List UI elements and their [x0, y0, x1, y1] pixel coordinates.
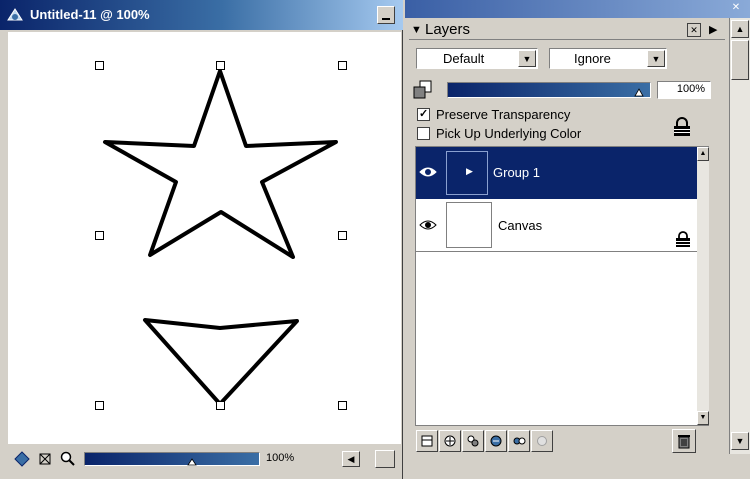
layer-color-icon[interactable]: [413, 80, 433, 100]
disabled-tool-icon: [531, 430, 553, 452]
expand-arrow-icon[interactable]: ▶: [466, 166, 473, 177]
lock-icon[interactable]: [674, 230, 692, 248]
blend-mode-select[interactable]: Default ▼: [416, 48, 538, 69]
layers-scrollbar[interactable]: ▲ ▼: [697, 147, 709, 425]
eye-icon[interactable]: [419, 218, 437, 232]
star-shape: [103, 69, 338, 259]
app-icon: [6, 6, 24, 24]
preserve-transparency-checkbox[interactable]: ✓: [417, 108, 430, 121]
selection-handle[interactable]: [338, 401, 347, 410]
chevron-down-icon[interactable]: ▼: [518, 50, 536, 67]
mode-value: Ignore: [574, 51, 611, 66]
scroll-down-button[interactable]: ▼: [731, 432, 749, 450]
merge-layers-icon[interactable]: [462, 430, 484, 452]
selection-handle[interactable]: [95, 231, 104, 240]
layer-name: Group 1: [493, 165, 540, 180]
pick-up-color-label: Pick Up Underlying Color: [436, 126, 582, 141]
layers-toolbar: [415, 428, 709, 453]
mode-select[interactable]: Ignore ▼: [549, 48, 667, 69]
preserve-transparency-label: Preserve Transparency: [436, 107, 571, 122]
new-group-icon[interactable]: [439, 430, 461, 452]
layers-header: ▼ Layers ✕ ▶: [409, 20, 725, 40]
zoom-slider-handle-icon[interactable]: [187, 455, 197, 466]
layer-options-icon[interactable]: [508, 430, 530, 452]
panel-options-close-icon[interactable]: ✕: [687, 23, 701, 37]
layers-panel: ✕ ▼ Layers ✕ ▶ Default ▼ Ignore ▼ 100% ✓…: [405, 0, 750, 479]
opacity-slider-fill: [448, 83, 650, 97]
opacity-slider[interactable]: [447, 82, 651, 98]
hand-tool-icon[interactable]: [35, 449, 55, 469]
canvas-area[interactable]: [8, 32, 401, 444]
pick-up-color-checkbox[interactable]: [417, 127, 430, 140]
document-titlebar[interactable]: Untitled-11 @ 100%: [0, 0, 403, 30]
checkmark-icon: ✓: [419, 108, 429, 120]
panel-scrollbar[interactable]: ▲ ▼: [729, 18, 750, 454]
layer-name: Canvas: [498, 218, 543, 233]
document-statusbar: 100% ◀: [8, 446, 401, 472]
eye-icon[interactable]: [419, 165, 437, 179]
blend-mode-value: Default: [443, 51, 485, 66]
selection-handle[interactable]: [216, 401, 225, 410]
collapse-arrow-icon[interactable]: ▼: [411, 24, 422, 36]
chevron-down-icon[interactable]: ▼: [647, 50, 665, 67]
selection-handle[interactable]: [338, 231, 347, 240]
document-window: Untitled-11 @ 100% 100% ◀: [0, 0, 403, 479]
scroll-down-button[interactable]: ▼: [697, 411, 709, 425]
zoom-value: 100%: [266, 452, 295, 464]
selection-handle[interactable]: [95, 61, 104, 70]
selection-handle[interactable]: [95, 401, 104, 410]
layer-row-group[interactable]: ▶ Group 1: [416, 147, 697, 199]
layers-list: ▶ Group 1 Canvas ▲ ▼: [415, 146, 709, 426]
layer-thumbnail: [446, 202, 492, 248]
scroll-up-button[interactable]: ▲: [731, 20, 749, 38]
scroll-thumb[interactable]: [731, 40, 749, 80]
new-layer-icon[interactable]: [416, 430, 438, 452]
zoom-tool-icon[interactable]: [58, 449, 78, 469]
layer-row-canvas[interactable]: Canvas: [416, 200, 697, 252]
size-grip[interactable]: [375, 450, 395, 468]
opacity-slider-handle-icon[interactable]: [634, 86, 644, 97]
triangle-shape: [143, 318, 299, 406]
minimize-button[interactable]: [377, 6, 395, 24]
panel-menu-arrow-icon[interactable]: ▶: [709, 23, 717, 36]
zoom-slider-fill: [85, 453, 259, 465]
layers-title: Layers: [425, 21, 471, 38]
minimize-icon: [382, 18, 390, 20]
navigate-icon[interactable]: [12, 449, 32, 469]
selection-handle[interactable]: [338, 61, 347, 70]
panel-top-strip: [405, 0, 750, 18]
lock-icon[interactable]: [671, 116, 693, 138]
layer-effects-icon[interactable]: [485, 430, 507, 452]
scroll-up-button[interactable]: ▲: [697, 147, 709, 161]
scroll-left-button[interactable]: ◀: [342, 451, 360, 467]
trash-icon[interactable]: [672, 429, 696, 453]
selection-handle[interactable]: [216, 61, 225, 70]
opacity-field[interactable]: 100%: [657, 81, 711, 99]
opacity-value: 100%: [676, 83, 705, 95]
zoom-slider[interactable]: [84, 452, 260, 466]
document-title: Untitled-11 @ 100%: [30, 7, 150, 22]
panel-close-icon[interactable]: ✕: [730, 2, 742, 14]
